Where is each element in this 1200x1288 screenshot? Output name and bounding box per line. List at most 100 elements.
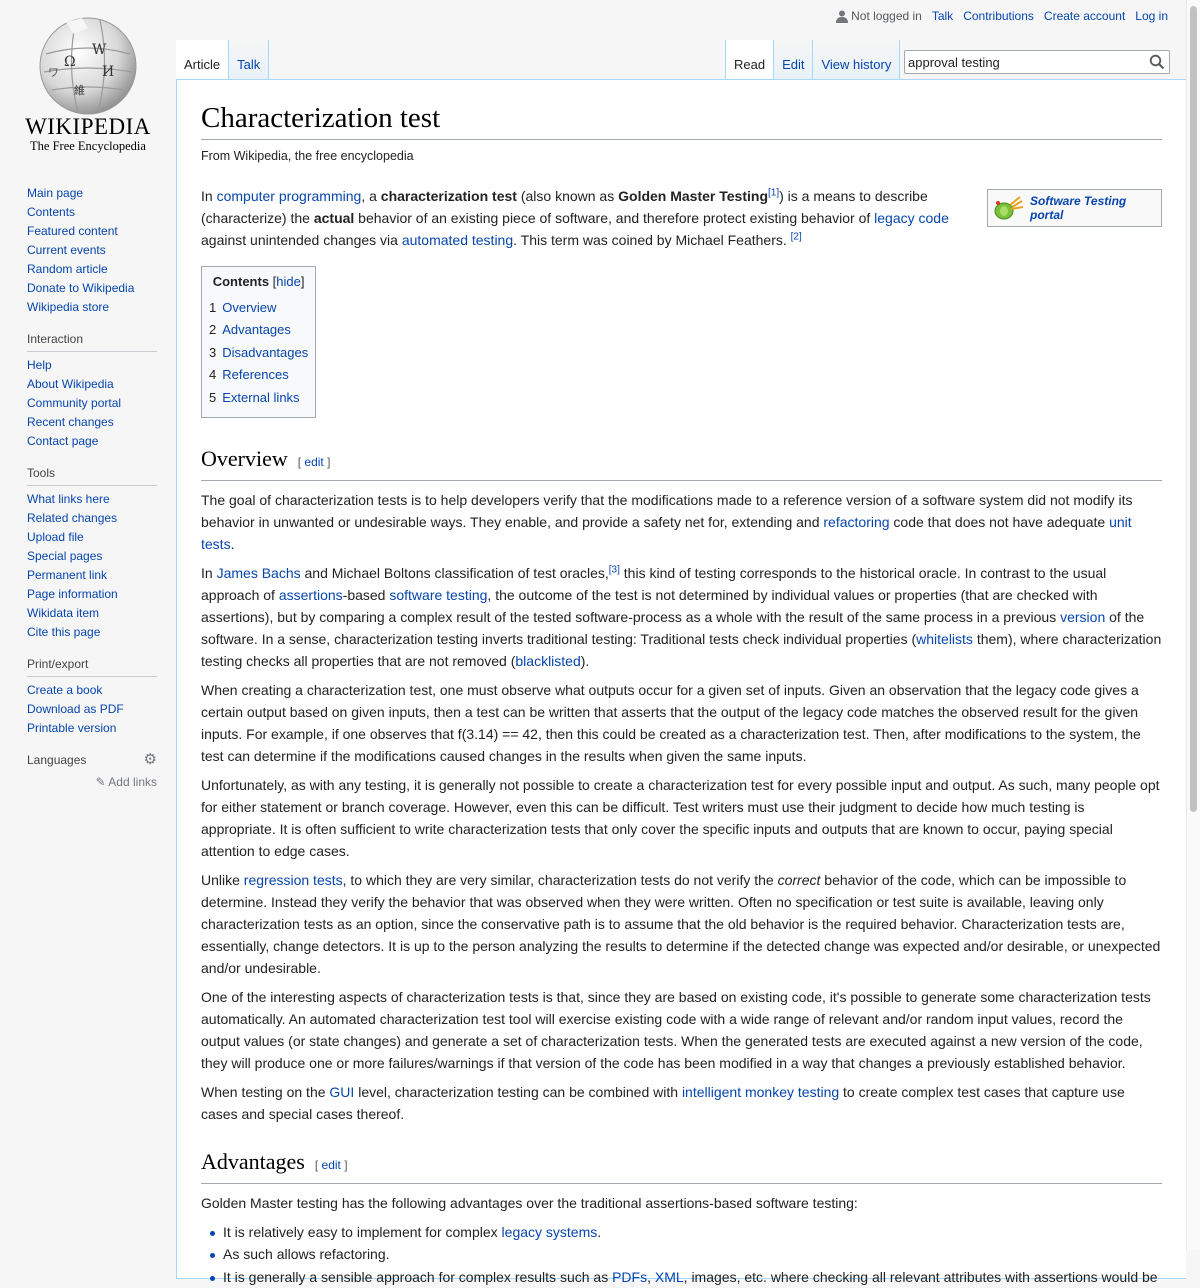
view-tabs: Read Edit View history — [725, 40, 901, 80]
search-icon[interactable] — [1149, 54, 1165, 70]
link-james-bachs[interactable]: James Bachs — [217, 565, 301, 581]
list-item: It is relatively easy to implement for c… — [210, 1221, 1162, 1244]
wikipedia-globe-icon: Ω W И 維 ワ — [39, 17, 137, 115]
link-legacy-systems[interactable]: legacy systems — [502, 1224, 598, 1240]
link-pdfs[interactable]: PDFs — [612, 1269, 647, 1285]
wikipedia-logo[interactable]: Ω W И 維 ワ WIKIPEDIA The Free Encyclopedi… — [0, 0, 176, 160]
contributions-link[interactable]: Contributions — [963, 9, 1034, 23]
sidebar-item-what-links-here[interactable]: What links here — [27, 492, 110, 506]
sidebar-item-about[interactable]: About Wikipedia — [27, 377, 114, 391]
svg-text:Ω: Ω — [64, 54, 76, 70]
paragraph: The goal of characterization tests is to… — [201, 491, 1133, 552]
portal-link[interactable]: Software Testing portal — [1030, 194, 1157, 222]
add-links-link[interactable]: ✎ Add links — [27, 775, 157, 789]
link-refactoring[interactable]: refactoring — [823, 514, 889, 530]
ref-1[interactable]: [1] — [768, 187, 779, 198]
sidebar-item-create-book[interactable]: Create a book — [27, 683, 102, 697]
sidebar-item-current-events[interactable]: Current events — [27, 243, 106, 257]
tagline: The Free Encyclopedia — [30, 139, 146, 153]
toc-item[interactable]: 3 Disadvantages — [209, 342, 308, 364]
paragraph: When testing on the GUI level, character… — [201, 1083, 1125, 1122]
talk-link[interactable]: Talk — [932, 9, 953, 23]
link-whitelists[interactable]: whitelists — [916, 631, 973, 647]
gear-icon[interactable]: ⚙ — [144, 752, 157, 767]
edit-section-link[interactable]: edit — [322, 1158, 341, 1172]
sidebar-item-contact[interactable]: Contact page — [27, 434, 98, 448]
sidebar-item-help[interactable]: Help — [27, 358, 52, 372]
sidebar-item-wikidata-item[interactable]: Wikidata item — [27, 606, 99, 620]
sidebar-item-upload-file[interactable]: Upload file — [27, 530, 84, 544]
sidebar-item-random-article[interactable]: Random article — [27, 262, 108, 276]
toc-item[interactable]: 4 References — [209, 364, 308, 386]
sidebar-tools: Tools What links here Related changes Up… — [27, 466, 157, 642]
link-regression-tests[interactable]: regression tests — [244, 872, 343, 888]
list-item: It is generally a sensible approach for … — [210, 1266, 1162, 1288]
article-content: Characterization test From Wikipedia, th… — [176, 79, 1186, 1285]
svg-text:И: И — [102, 64, 114, 80]
page-title: Characterization test — [201, 100, 1162, 140]
sidebar-item-cite-page[interactable]: Cite this page — [27, 625, 100, 639]
sidebar-item-printable-version[interactable]: Printable version — [27, 721, 116, 735]
link-software-testing[interactable]: software testing — [389, 587, 487, 603]
link-automated-testing[interactable]: automated testing — [402, 232, 513, 248]
tab-article[interactable]: Article — [176, 40, 230, 80]
svg-text:維: 維 — [74, 84, 85, 97]
bug-spray-icon — [994, 196, 1024, 220]
sidebar-interaction: Interaction Help About Wikipedia Communi… — [27, 332, 157, 451]
create-account-link[interactable]: Create account — [1044, 9, 1125, 23]
wordmark: WIKIPEDIA — [25, 114, 151, 139]
sidebar-item-page-information[interactable]: Page information — [27, 587, 118, 601]
toc-hide-link[interactable]: hide — [276, 274, 301, 289]
sidebar-item-recent-changes[interactable]: Recent changes — [27, 415, 114, 429]
svg-text:ワ: ワ — [48, 66, 59, 79]
site-subtitle: From Wikipedia, the free encyclopedia — [201, 149, 414, 163]
link-assertions[interactable]: assertions — [279, 587, 343, 603]
scrollbar-thumb[interactable] — [1190, 6, 1197, 812]
user-icon — [836, 10, 849, 23]
paragraph: Unlike regression tests, to which they a… — [201, 871, 1161, 976]
link-blacklisted[interactable]: blacklisted — [515, 653, 580, 669]
tab-edit[interactable]: Edit — [774, 40, 814, 80]
sidebar-item-donate[interactable]: Donate to Wikipedia — [27, 281, 134, 295]
paragraph: In James Bachs and Michael Boltons class… — [201, 564, 1162, 669]
link-gui[interactable]: GUI — [329, 1084, 354, 1100]
log-in-link[interactable]: Log in — [1135, 9, 1168, 23]
link-monkey-testing[interactable]: intelligent monkey testing — [682, 1084, 839, 1100]
sidebar-heading-interaction: Interaction — [27, 332, 157, 352]
sidebar-item-main-page[interactable]: Main page — [27, 186, 83, 200]
ref-3[interactable]: [3] — [609, 564, 620, 575]
sidebar-item-download-pdf[interactable]: Download as PDF — [27, 702, 124, 716]
sidebar-item-contents[interactable]: Contents — [27, 205, 75, 219]
scrollbar[interactable] — [1186, 0, 1200, 1250]
tab-talk[interactable]: Talk — [229, 40, 270, 80]
toc-item[interactable]: 1 Overview — [209, 297, 308, 319]
section-heading-overview: Overview[ edit ] — [201, 444, 1162, 481]
sidebar-item-related-changes[interactable]: Related changes — [27, 511, 117, 525]
search-box — [904, 50, 1170, 74]
edit-section-link[interactable]: edit — [304, 455, 323, 469]
section-heading-advantages: Advantages[ edit ] — [201, 1147, 1162, 1184]
link-computer-programming[interactable]: computer programming — [217, 188, 362, 204]
portal-box[interactable]: Software Testing portal — [987, 189, 1162, 227]
sidebar-item-featured-content[interactable]: Featured content — [27, 224, 118, 238]
sidebar-languages: Languages ⚙ ✎ Add links — [27, 752, 157, 789]
toc-title: Contents [hide] — [212, 274, 305, 289]
sidebar-item-permanent-link[interactable]: Permanent link — [27, 568, 107, 582]
tab-view-history[interactable]: View history — [813, 40, 901, 80]
advantages-list: It is relatively easy to implement for c… — [201, 1221, 1162, 1288]
sidebar-item-community-portal[interactable]: Community portal — [27, 396, 121, 410]
sidebar-item-special-pages[interactable]: Special pages — [27, 549, 102, 563]
ref-2[interactable]: [2] — [791, 231, 802, 242]
toc-item[interactable]: 2 Advantages — [209, 319, 308, 341]
sidebar-item-store[interactable]: Wikipedia store — [27, 300, 109, 314]
link-legacy-code[interactable]: legacy code — [874, 210, 949, 226]
sidebar-heading-languages: Languages — [27, 753, 87, 767]
tab-read[interactable]: Read — [725, 40, 775, 80]
search-input[interactable] — [905, 51, 1135, 73]
paragraph: One of the interesting aspects of charac… — [201, 988, 1151, 1071]
toc-item[interactable]: 5 External links — [209, 387, 308, 409]
svg-text:W: W — [92, 42, 107, 58]
link-version[interactable]: version — [1060, 609, 1105, 625]
link-xml[interactable]: XML — [655, 1269, 684, 1285]
sidebar-heading-tools: Tools — [27, 466, 157, 486]
